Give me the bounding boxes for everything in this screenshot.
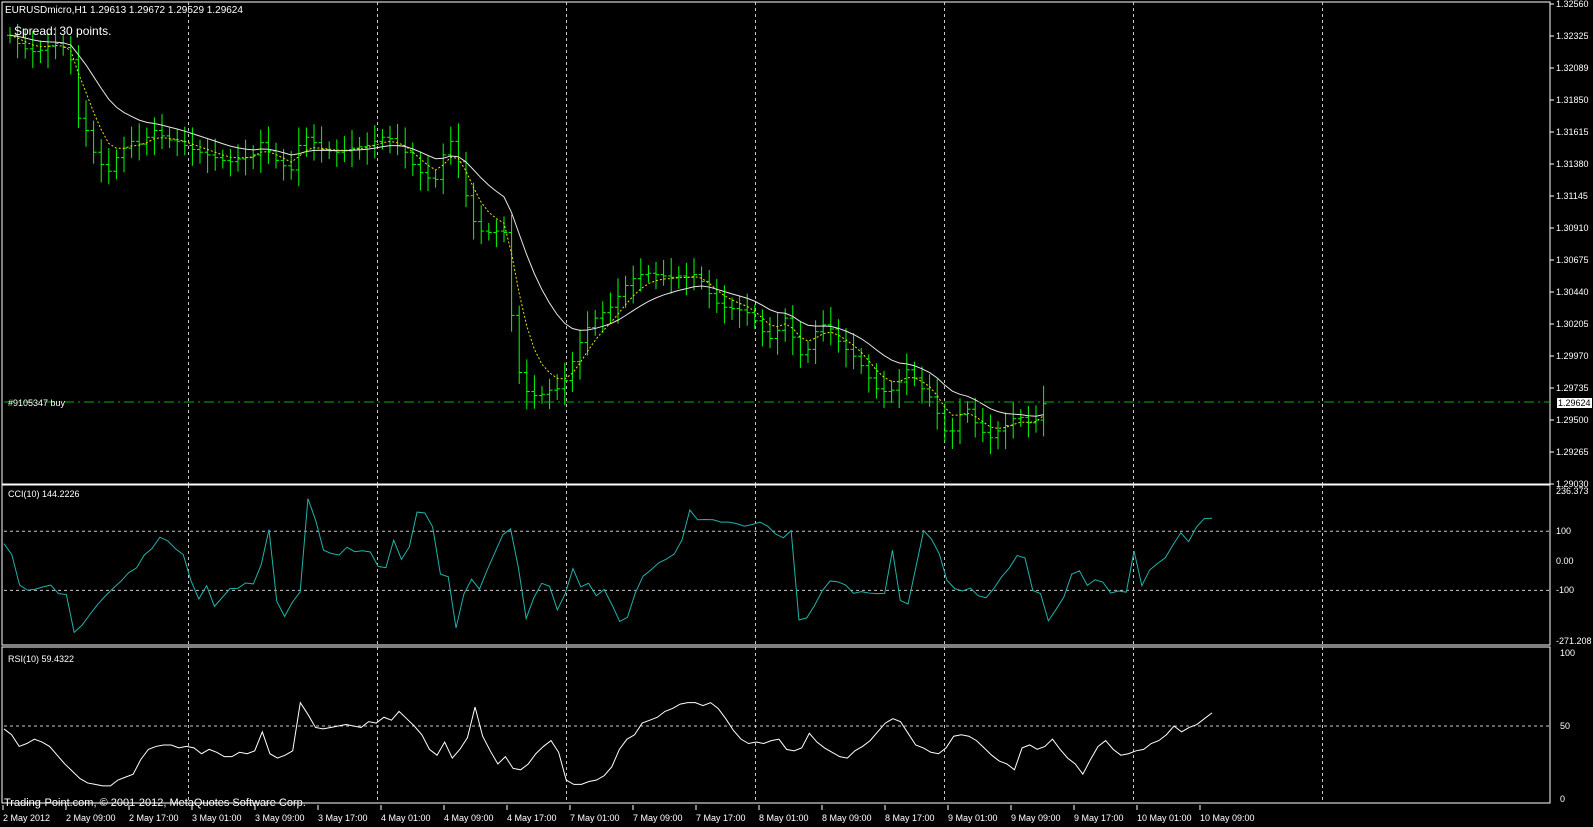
time-axis-label: 4 May 09:00 — [444, 813, 494, 823]
time-axis-label: 3 May 09:00 — [255, 813, 305, 823]
cci-axis-label: 236.373 — [1556, 486, 1589, 496]
cci-axis-label: -100 — [1556, 585, 1575, 596]
rsi-panel-frame — [1, 646, 1551, 804]
rsi-axis-label: 100 — [1560, 648, 1576, 658]
time-axis-label: 9 May 01:00 — [948, 813, 998, 823]
time-axis-label: 8 May 09:00 — [822, 813, 872, 823]
time-axis-label: 7 May 01:00 — [570, 813, 620, 823]
time-axis-label: 8 May 01:00 — [759, 813, 809, 823]
price-axis-label: 1.30440 — [1556, 287, 1589, 297]
slow-moving-average — [9, 34, 1044, 417]
chart-canvas[interactable] — [0, 0, 1593, 827]
rsi-line — [3, 701, 1213, 787]
price-axis-label: 1.32560 — [1556, 0, 1589, 9]
cci-label: CCI(10) 144.2226 — [8, 489, 80, 499]
price-axis-label: 1.29265 — [1556, 447, 1589, 457]
cci-axis-label: -271.208 — [1556, 636, 1592, 646]
cci-line — [3, 498, 1213, 634]
time-axis-label: 10 May 09:00 — [1200, 813, 1255, 823]
price-axis-label: 1.31850 — [1556, 95, 1589, 105]
time-axis-label: 3 May 01:00 — [192, 813, 242, 823]
symbol-header: EURUSDmicro,H1 1.29613 1.29672 1.29529 1… — [5, 5, 243, 16]
copyright-text: Trading-Point.com, © 2001-2012, MetaQuot… — [4, 797, 306, 809]
cci-axis-label: 0.00 — [1556, 555, 1574, 566]
price-axis-label: 1.29970 — [1556, 351, 1589, 361]
price-axis-label: 1.31145 — [1556, 191, 1588, 201]
current-price-box: 1.29624 — [1557, 398, 1592, 408]
rsi-axis-label: 0 — [1560, 794, 1566, 804]
price-axis-label: 1.31615 — [1556, 127, 1589, 137]
price-axis-label: 1.31380 — [1556, 159, 1589, 169]
price-axis-label: 1.29735 — [1556, 383, 1589, 393]
time-axis-label: 7 May 09:00 — [633, 813, 683, 823]
cci-panel-frame — [1, 484, 1551, 646]
rsi-axis-label: 50 — [1560, 721, 1571, 731]
time-axis-label: 7 May 17:00 — [696, 813, 746, 823]
time-axis-label: 9 May 17:00 — [1074, 813, 1124, 823]
time-axis-label: 8 May 17:00 — [885, 813, 935, 823]
rsi-label: RSI(10) 59.4322 — [8, 654, 75, 664]
time-axis-label: 2 May 09:00 — [66, 813, 116, 823]
spread-info: Spread: 30 points. — [14, 24, 112, 38]
time-axis-label: 2 May 17:00 — [129, 813, 179, 823]
cci-axis-label: 100 — [1556, 526, 1572, 537]
order-label[interactable]: #9105347 buy — [8, 398, 65, 409]
price-axis-label: 1.30910 — [1556, 223, 1589, 233]
price-axis-label: 1.32325 — [1556, 31, 1589, 41]
time-axis-label: 4 May 17:00 — [507, 813, 557, 823]
price-axis-label: 1.32089 — [1556, 63, 1589, 73]
time-axis-label: 4 May 01:00 — [381, 813, 431, 823]
time-axis-label: 3 May 17:00 — [318, 813, 368, 823]
time-axis-label: 2 May 2012 — [3, 813, 51, 823]
price-axis-label: 1.29500 — [1556, 415, 1589, 425]
time-axis-label: 10 May 01:00 — [1137, 813, 1192, 823]
price-panel-frame — [1, 1, 1551, 485]
price-axis-label: 1.30205 — [1556, 319, 1589, 329]
price-axis-label: 1.30675 — [1556, 255, 1589, 265]
time-axis-label: 9 May 09:00 — [1011, 813, 1061, 823]
